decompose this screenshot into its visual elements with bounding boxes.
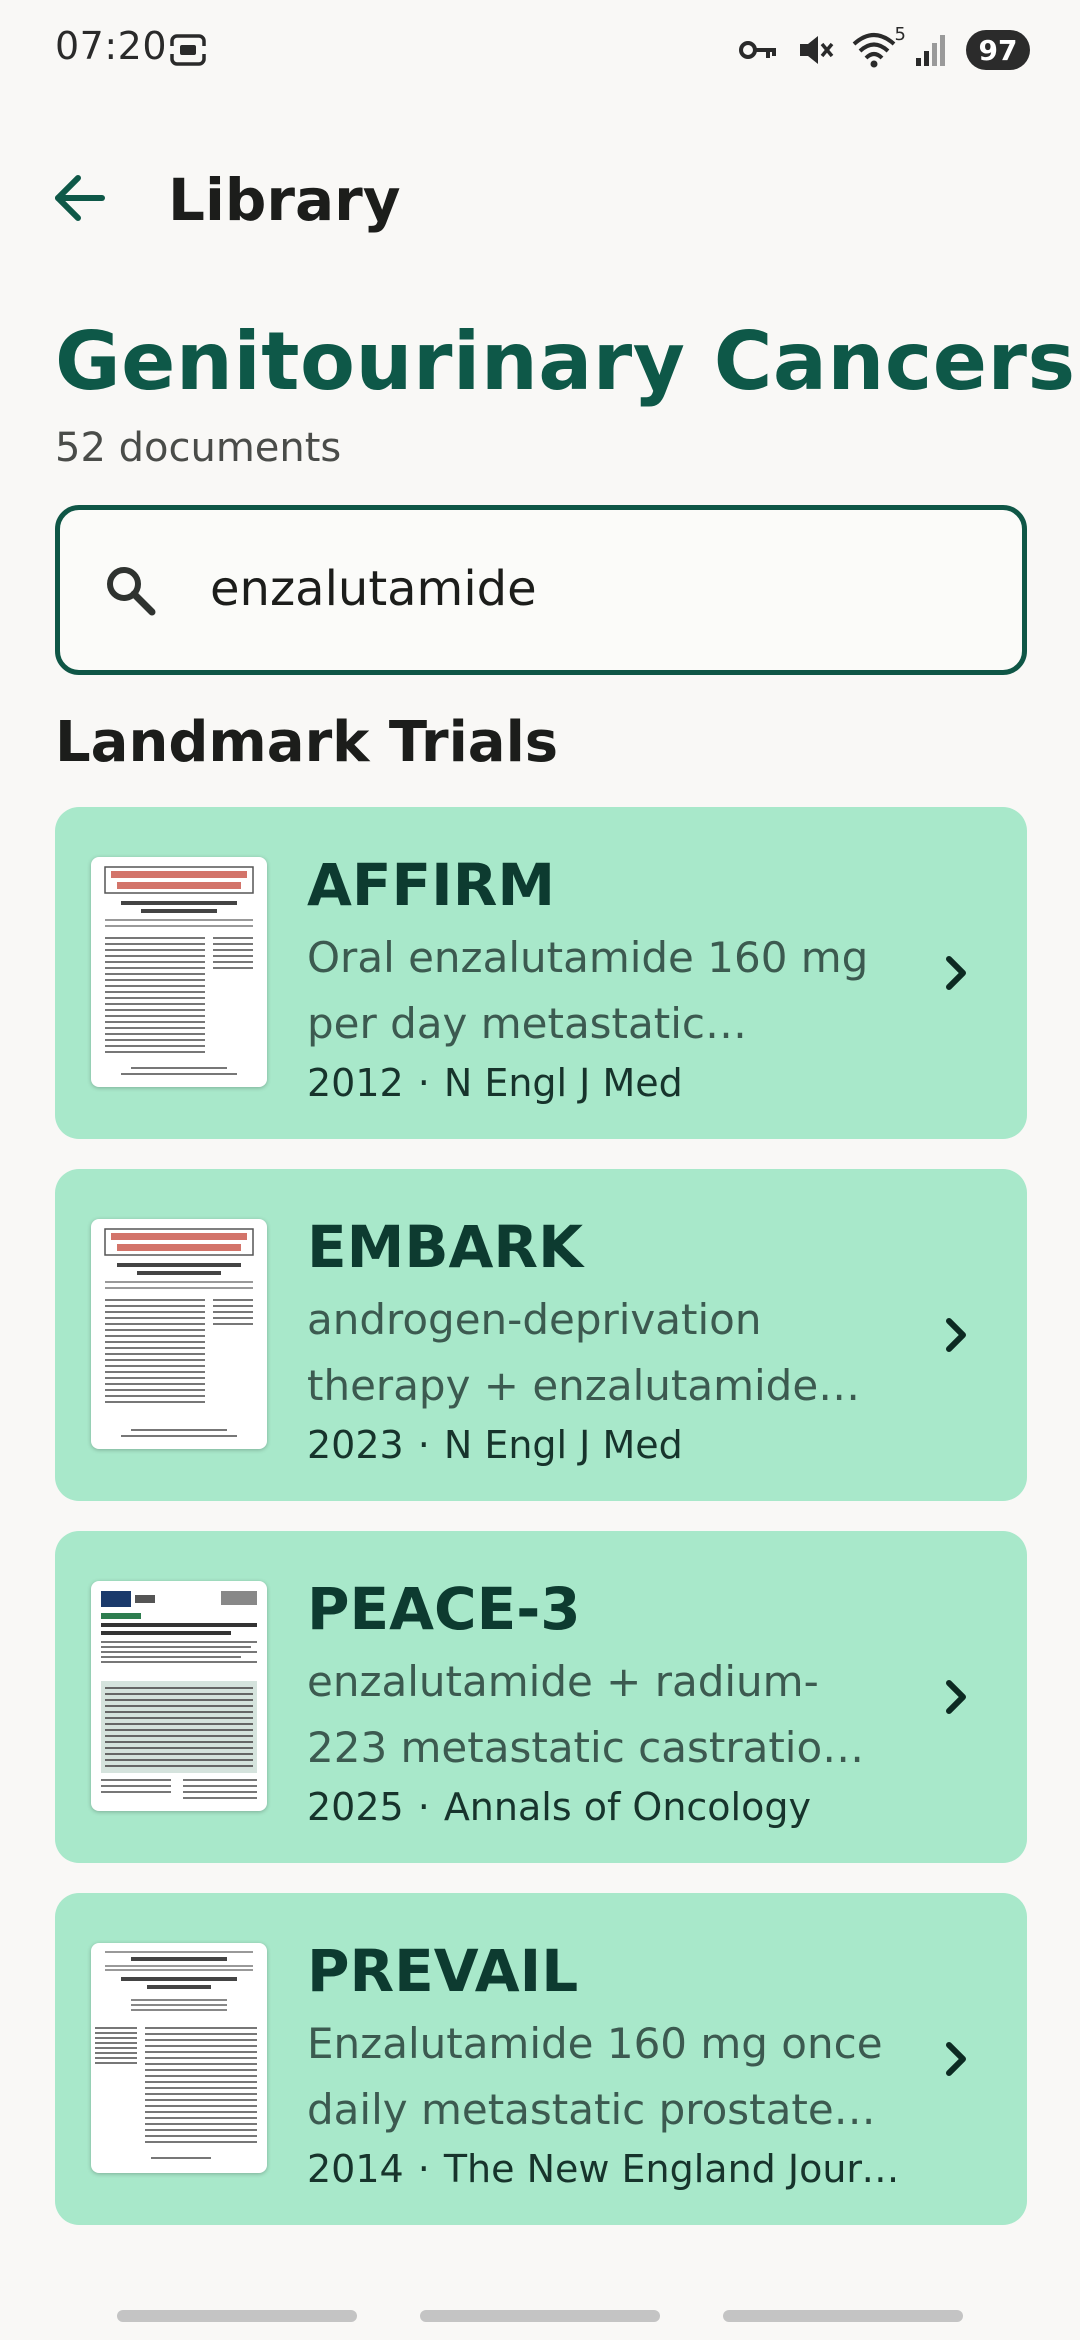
trial-card-affirm[interactable]: AFFIRM Oral enzalutamide 160 mg per day … — [55, 807, 1027, 1139]
card-meta: 2025 · Annals of Oncology — [307, 1779, 907, 1835]
status-icons: 5 97 — [738, 24, 1030, 72]
meta-separator: · — [417, 1785, 430, 1829]
status-time: 07:20 — [55, 24, 168, 68]
status-bar: 07:20 5 97 — [0, 0, 1080, 100]
nav-handle — [117, 2310, 357, 2322]
card-meta: 2014 · The New England Journ... — [307, 2141, 907, 2197]
card-title: PREVAIL — [307, 1937, 579, 2005]
document-count: 52 documents — [55, 425, 342, 471]
top-app-bar: Library — [0, 140, 1080, 250]
card-year: 2025 — [307, 1785, 404, 1829]
card-description: Enzalutamide 160 mg once daily metastati… — [307, 2019, 883, 2134]
wifi-badge: 5 — [894, 24, 906, 45]
card-description: enzalutamide + radium-223 metastatic cas… — [307, 1657, 864, 1772]
meta-separator: · — [417, 1061, 430, 1105]
chevron-right-icon — [927, 1305, 987, 1365]
document-thumbnail — [91, 1581, 267, 1811]
signal-icon — [914, 32, 948, 68]
card-journal: N Engl J Med — [443, 1423, 683, 1467]
card-meta: 2012 · N Engl J Med — [307, 1055, 907, 1111]
card-year: 2014 — [307, 2147, 404, 2191]
arrow-left-icon — [52, 170, 108, 230]
bottom-handles — [0, 2310, 1080, 2324]
card-year: 2012 — [307, 1061, 404, 1105]
screen-record-icon — [168, 30, 208, 70]
card-title: EMBARK — [307, 1213, 584, 1281]
back-button[interactable] — [40, 160, 120, 240]
card-meta: 2023 · N Engl J Med — [307, 1417, 907, 1473]
card-description: androgen-deprivation therapy + enzalutam… — [307, 1295, 819, 1410]
chevron-right-icon — [927, 2029, 987, 2089]
document-thumbnail — [91, 1943, 267, 2173]
mute-icon — [796, 32, 834, 68]
battery-indicator: 97 — [966, 30, 1030, 70]
trial-card-prevail[interactable]: PREVAIL Enzalutamide 160 mg once daily m… — [55, 1893, 1027, 2225]
section-heading: Landmark Trials — [55, 710, 559, 775]
card-title: AFFIRM — [307, 851, 556, 919]
nav-handle — [420, 2310, 660, 2322]
card-journal: N Engl J Med — [443, 1061, 683, 1105]
card-journal: Annals of Oncology — [443, 1785, 811, 1829]
card-year: 2023 — [307, 1423, 404, 1467]
app-bar-title: Library — [168, 166, 401, 234]
key-icon — [738, 36, 778, 64]
collection-title: Genitourinary Cancers — [55, 315, 1076, 408]
card-journal: The New England Journ... — [443, 2147, 907, 2191]
nav-handle — [723, 2310, 963, 2322]
meta-separator: · — [417, 1423, 430, 1467]
chevron-right-icon — [927, 1667, 987, 1727]
card-title: PEACE-3 — [307, 1575, 581, 1643]
search-input[interactable] — [210, 544, 990, 634]
document-thumbnail — [91, 857, 267, 1087]
search-icon — [100, 560, 160, 620]
document-thumbnail — [91, 1219, 267, 1449]
trial-card-peace-3[interactable]: PEACE-3 enzalutamide + radium-223 metast… — [55, 1531, 1027, 1863]
trial-card-list: AFFIRM Oral enzalutamide 160 mg per day … — [55, 807, 1027, 2255]
card-description: Oral enzalutamide 160 mg per day metasta… — [307, 933, 869, 1048]
search-field[interactable] — [55, 505, 1027, 675]
chevron-right-icon — [927, 943, 987, 1003]
wifi-icon: 5 — [852, 24, 906, 68]
meta-separator: · — [417, 2147, 430, 2191]
trial-card-embark[interactable]: EMBARK androgen-deprivation therapy + en… — [55, 1169, 1027, 1501]
